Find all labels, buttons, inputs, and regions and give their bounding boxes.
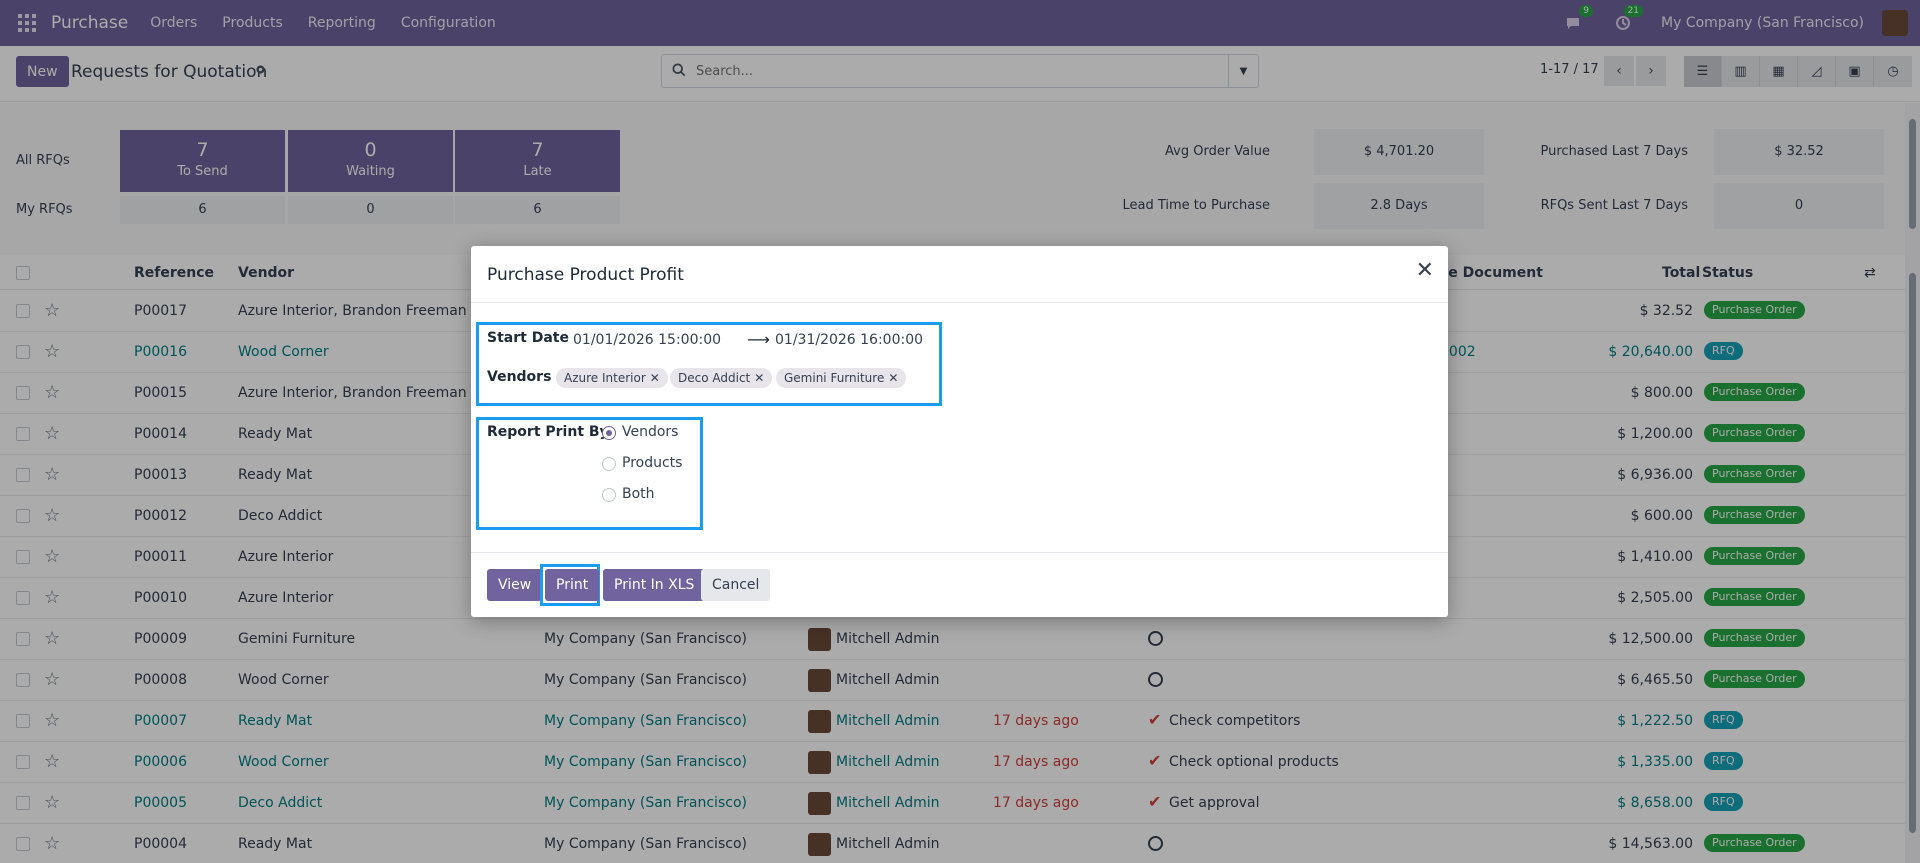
start-date-input[interactable]: 01/01/2026 15:00:00 — [573, 332, 721, 348]
purchase-profit-dialog: Purchase Product Profit ✕ Start Date 01/… — [471, 246, 1448, 617]
vendor-tag-label: Gemini Furniture — [784, 371, 885, 385]
dialog-footer-divider — [471, 552, 1448, 553]
vendor-tag: Gemini Furniture ✕ — [776, 368, 907, 388]
radio-both-label[interactable]: Both — [622, 486, 655, 502]
dialog-title: Purchase Product Profit — [487, 265, 684, 285]
cancel-button[interactable]: Cancel — [701, 569, 771, 601]
view-button[interactable]: View — [487, 569, 543, 601]
close-icon[interactable]: ✕ — [1416, 260, 1434, 282]
radio-products-label[interactable]: Products — [622, 455, 682, 471]
remove-tag-icon[interactable]: ✕ — [888, 371, 898, 385]
print-xls-button[interactable]: Print In XLS — [603, 569, 706, 601]
vendor-tag: Azure Interior ✕ — [556, 368, 668, 388]
vendors-label: Vendors — [487, 369, 552, 385]
dialog-header: Purchase Product Profit ✕ — [471, 246, 1448, 303]
radio-vendors-label[interactable]: Vendors — [622, 424, 678, 440]
date-range-arrow-icon: ⟶ — [747, 330, 770, 349]
radio-vendors[interactable] — [602, 426, 616, 440]
radio-both[interactable] — [602, 488, 616, 502]
start-date-label: Start Date — [487, 330, 569, 346]
remove-tag-icon[interactable]: ✕ — [754, 371, 764, 385]
vendor-tag-label: Azure Interior — [564, 371, 646, 385]
print-button[interactable]: Print — [545, 569, 600, 601]
remove-tag-icon[interactable]: ✕ — [650, 371, 660, 385]
end-date-input[interactable]: 01/31/2026 16:00:00 — [775, 332, 923, 348]
report-print-by-label: Report Print By — [487, 424, 609, 440]
radio-products[interactable] — [602, 457, 616, 471]
vendor-tag-label: Deco Addict — [678, 371, 751, 385]
vendor-tag: Deco Addict ✕ — [670, 368, 773, 388]
